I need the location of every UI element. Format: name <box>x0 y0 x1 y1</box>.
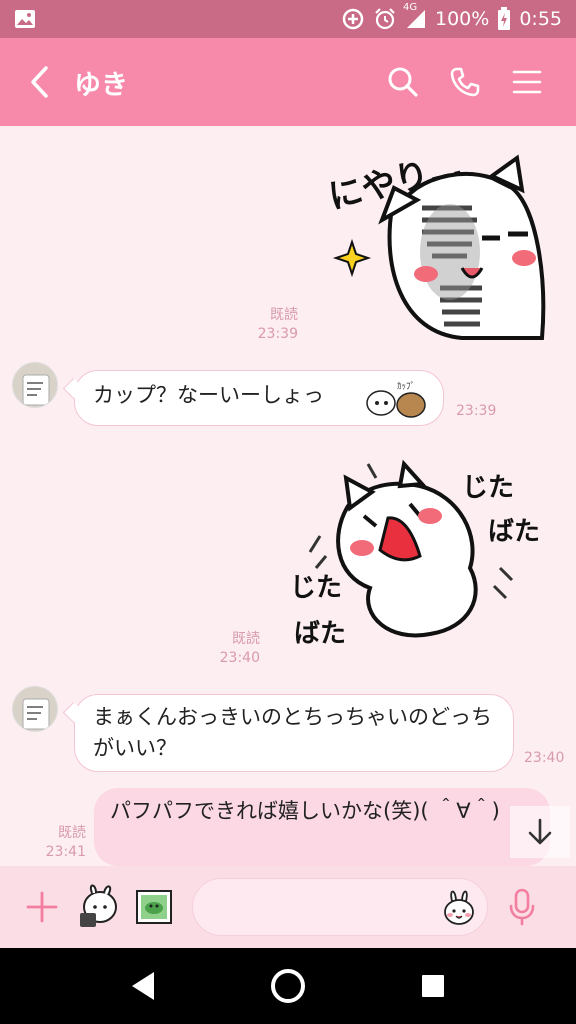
search-button[interactable] <box>372 52 434 112</box>
camera-sticker-icon <box>80 884 117 927</box>
chevron-left-icon <box>31 66 48 98</box>
arrow-down-icon <box>528 818 552 845</box>
emoji-sticker-icon: ｶｯﾌﾟ <box>359 377 433 428</box>
photo-icon <box>136 890 172 924</box>
status-bar: 4G 100% 0:55 <box>0 0 576 38</box>
cat-sticker-image: じた ばた じた ばた <box>290 459 540 649</box>
sticker-jitabata[interactable]: じた ばた じた ばた <box>280 456 552 652</box>
message-bubble-outgoing[interactable]: パフパフできれば嬉しいかな(笑)( ＾∀＾) <box>94 788 550 866</box>
signal-icon: 4G <box>403 2 427 30</box>
message-text: カップ？なーいーしょっ <box>93 383 324 407</box>
battery-icon <box>497 7 511 31</box>
back-button[interactable] <box>18 60 62 104</box>
svg-text:じた: じた <box>462 473 514 503</box>
chat-area[interactable]: にやり… 既読 23:39 カップ？なーいーしょっ ｶｯﾌﾟ 23:39 じた … <box>0 126 576 866</box>
avatar[interactable] <box>12 362 58 408</box>
data-saver-icon <box>341 7 365 31</box>
message-bubble-incoming[interactable]: カップ？なーいーしょっ ｶｯﾌﾟ <box>74 370 444 426</box>
clock: 0:55 <box>519 8 562 30</box>
square-recents-icon <box>422 975 445 997</box>
svg-text:ばた: ばた <box>294 619 346 649</box>
camera-button[interactable] <box>70 879 126 935</box>
gallery-icon <box>14 8 36 30</box>
system-navigation-bar <box>0 948 576 1024</box>
nav-recents-button[interactable] <box>398 951 468 1021</box>
read-receipt: 既読 23:41 <box>45 825 86 860</box>
circle-home-icon <box>270 969 305 1003</box>
svg-text:じた: じた <box>290 573 342 603</box>
chat-title: ゆき <box>74 69 128 101</box>
hamburger-menu-icon <box>512 70 542 94</box>
message-time: 23:40 <box>524 750 565 766</box>
nav-back-button[interactable] <box>108 951 178 1021</box>
avatar-image <box>13 363 57 407</box>
svg-text:ｶｯﾌﾟ: ｶｯﾌﾟ <box>397 381 415 392</box>
cat-sticker-image: にやり… <box>325 146 546 340</box>
emoji-icon <box>444 890 474 925</box>
emoji-button[interactable] <box>441 887 477 927</box>
call-button[interactable] <box>434 52 496 112</box>
message-field[interactable] <box>191 878 488 936</box>
photo-button[interactable] <box>126 879 182 935</box>
microphone-icon <box>509 888 535 926</box>
message-text: パフパフできれば嬉しいかな(笑)( ＾∀＾) <box>110 799 500 823</box>
read-receipt: 既読 23:39 <box>257 307 298 342</box>
phone-icon <box>450 67 480 97</box>
chat-header: ゆき <box>0 38 576 126</box>
battery-percent: 100% <box>435 8 490 30</box>
menu-button[interactable] <box>496 52 558 112</box>
plus-icon <box>26 891 58 923</box>
message-text: まぁくんおっきいのとちっちゃいのどっちがいい？ <box>93 705 492 760</box>
nav-home-button[interactable] <box>253 951 323 1021</box>
add-button[interactable] <box>14 879 70 935</box>
message-bubble-incoming[interactable]: まぁくんおっきいのとちっちゃいのどっちがいい？ <box>74 694 514 772</box>
triangle-back-icon <box>131 972 154 1000</box>
avatar[interactable] <box>12 686 58 732</box>
scroll-to-bottom-button[interactable] <box>510 806 570 858</box>
sticker-niyari[interactable]: にやり… <box>322 128 552 340</box>
alarm-icon <box>373 7 397 31</box>
read-receipt: 既読 23:40 <box>219 631 260 666</box>
message-input[interactable] <box>191 879 441 935</box>
message-input-bar <box>0 866 576 948</box>
search-icon <box>388 67 418 97</box>
svg-text:ばた: ばた <box>488 517 540 547</box>
message-time: 23:39 <box>456 403 497 419</box>
voice-button[interactable] <box>494 879 550 935</box>
avatar-image <box>13 687 57 731</box>
